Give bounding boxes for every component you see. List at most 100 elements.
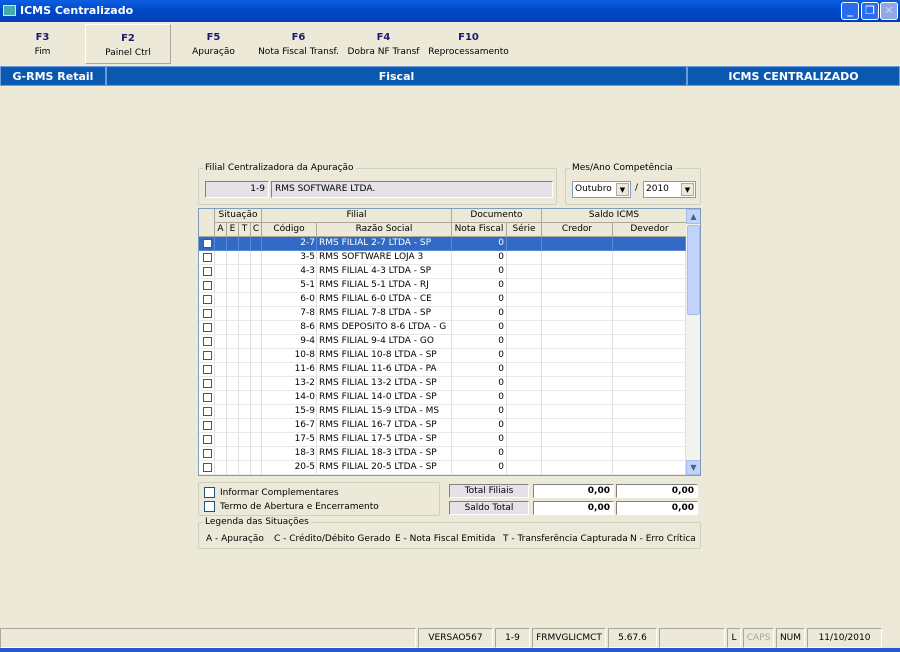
select-cell[interactable]	[199, 321, 215, 335]
row-checkbox[interactable]	[203, 393, 212, 402]
select-cell[interactable]	[199, 447, 215, 461]
codigo-cell: 13-2	[262, 377, 317, 391]
col-c[interactable]: C	[251, 223, 262, 237]
devedor-cell	[613, 377, 686, 391]
col-razao-social[interactable]: Razão Social	[317, 223, 452, 237]
row-checkbox[interactable]	[203, 351, 212, 360]
select-cell[interactable]	[199, 433, 215, 447]
table-row[interactable]: 11-6 RMS FILIAL 11-6 LTDA - PA 0	[199, 363, 686, 377]
table-row[interactable]: 9-4 RMS FILIAL 9-4 LTDA - GO 0	[199, 335, 686, 349]
minimize-button[interactable]: _	[841, 2, 859, 20]
table-row[interactable]: 16-7 RMS FILIAL 16-7 LTDA - SP 0	[199, 419, 686, 433]
table-row[interactable]: 10-8 RMS FILIAL 10-8 LTDA - SP 0	[199, 349, 686, 363]
table-row[interactable]: 18-3 RMS FILIAL 18-3 LTDA - SP 0	[199, 447, 686, 461]
total-filiais-label: Total Filiais	[449, 484, 529, 498]
reprocessamento-button[interactable]: F10 Reprocessamento	[426, 24, 511, 64]
table-row[interactable]: 15-9 RMS FILIAL 15-9 LTDA - MS 0	[199, 405, 686, 419]
scroll-thumb[interactable]	[687, 225, 700, 315]
select-cell[interactable]	[199, 419, 215, 433]
table-row[interactable]: 6-0 RMS FILIAL 6-0 LTDA - CE 0	[199, 293, 686, 307]
select-cell[interactable]	[199, 405, 215, 419]
table-row[interactable]: 7-8 RMS FILIAL 7-8 LTDA - SP 0	[199, 307, 686, 321]
select-cell[interactable]	[199, 349, 215, 363]
row-checkbox[interactable]	[203, 267, 212, 276]
table-row[interactable]: 20-5 RMS FILIAL 20-5 LTDA - SP 0	[199, 461, 686, 475]
screen-name: ICMS CENTRALIZADO	[687, 66, 900, 86]
table-row[interactable]: 4-3 RMS FILIAL 4-3 LTDA - SP 0	[199, 265, 686, 279]
window-title: ICMS Centralizado	[20, 4, 134, 17]
col-a[interactable]: A	[215, 223, 227, 237]
row-checkbox[interactable]	[203, 379, 212, 388]
col-serie[interactable]: Série	[507, 223, 542, 237]
vertical-scrollbar[interactable]: ▲ ▼	[686, 209, 700, 475]
select-cell[interactable]	[199, 293, 215, 307]
close-button[interactable]: ✕	[880, 2, 898, 20]
scroll-down-icon[interactable]: ▼	[686, 460, 700, 475]
restore-button[interactable]: ❐	[861, 2, 879, 20]
termo-abertura-checkbox[interactable]	[204, 501, 215, 512]
select-cell[interactable]	[199, 265, 215, 279]
col-credor[interactable]: Credor	[542, 223, 613, 237]
table-row[interactable]: 14-0 RMS FILIAL 14-0 LTDA - SP 0	[199, 391, 686, 405]
select-cell[interactable]	[199, 237, 215, 251]
row-checkbox[interactable]	[203, 281, 212, 290]
apuracao-button[interactable]: F5 Apuração	[171, 24, 256, 64]
col-e[interactable]: E	[227, 223, 239, 237]
select-cell[interactable]	[199, 335, 215, 349]
select-cell[interactable]	[199, 391, 215, 405]
select-cell[interactable]	[199, 461, 215, 475]
month-select[interactable]: Outubro ▼	[572, 181, 631, 198]
razao-social-cell: RMS FILIAL 7-8 LTDA - SP	[317, 307, 452, 321]
select-cell[interactable]	[199, 307, 215, 321]
devedor-cell	[613, 363, 686, 377]
row-checkbox[interactable]	[203, 449, 212, 458]
row-checkbox[interactable]	[203, 337, 212, 346]
table-row[interactable]: 13-2 RMS FILIAL 13-2 LTDA - SP 0	[199, 377, 686, 391]
row-checkbox[interactable]	[203, 295, 212, 304]
table-row[interactable]: 2-7 RMS FILIAL 2-7 LTDA - SP 0	[199, 237, 686, 251]
dropdown-arrow-icon[interactable]: ▼	[616, 183, 629, 196]
module-header: G-RMS Retail Fiscal ICMS CENTRALIZADO	[0, 66, 900, 86]
legend-item-a: A - Apuração	[206, 534, 264, 544]
col-devedor[interactable]: Devedor	[613, 223, 687, 237]
painel-ctrl-button[interactable]: F2 Painel Ctrl	[85, 24, 171, 64]
col-t[interactable]: T	[239, 223, 251, 237]
table-row[interactable]: 8-6 RMS DEPOSITO 8-6 LTDA - G0	[199, 321, 686, 335]
row-checkbox[interactable]	[203, 421, 212, 430]
select-cell[interactable]	[199, 377, 215, 391]
select-cell[interactable]	[199, 279, 215, 293]
row-checkbox[interactable]	[203, 435, 212, 444]
col-codigo[interactable]: Código	[262, 223, 317, 237]
row-checkbox[interactable]	[203, 407, 212, 416]
situacao-cell	[251, 335, 262, 349]
situacao-cell	[215, 433, 227, 447]
codigo-cell: 17-5	[262, 433, 317, 447]
select-cell[interactable]	[199, 251, 215, 265]
nota-fiscal-cell: 0	[452, 391, 507, 405]
scroll-up-icon[interactable]: ▲	[686, 209, 700, 224]
dobra-nf-transf-button[interactable]: F4 Dobra NF Transf	[341, 24, 426, 64]
nota-fiscal-transf-button[interactable]: F6 Nota Fiscal Transf.	[256, 24, 341, 64]
select-cell[interactable]	[199, 363, 215, 377]
nota-fiscal-cell: 0	[452, 377, 507, 391]
status-form: FRMVGLICMCT	[532, 628, 606, 648]
table-row[interactable]: 17-5 RMS FILIAL 17-5 LTDA - SP 0	[199, 433, 686, 447]
col-nota-fiscal[interactable]: Nota Fiscal	[452, 223, 507, 237]
row-checkbox[interactable]	[203, 365, 212, 374]
row-checkbox[interactable]	[203, 253, 212, 262]
filiais-grid[interactable]: Situação Filial Documento Saldo ICMS A E…	[198, 208, 701, 476]
row-checkbox[interactable]	[203, 323, 212, 332]
informar-complementares-checkbox[interactable]	[204, 487, 215, 498]
total-filiais-devedor: 0,00	[616, 484, 698, 498]
row-checkbox[interactable]	[203, 239, 212, 248]
table-row[interactable]: 5-1 RMS FILIAL 5-1 LTDA - RJ 0	[199, 279, 686, 293]
table-row[interactable]: 3-5 RMS SOFTWARE LOJA 30	[199, 251, 686, 265]
row-checkbox[interactable]	[203, 309, 212, 318]
year-select[interactable]: 2010 ▼	[643, 181, 696, 198]
key-label: F6	[291, 32, 306, 43]
fim-button[interactable]: F3 Fim	[0, 24, 85, 64]
situacao-cell	[239, 321, 251, 335]
row-checkbox[interactable]	[203, 463, 212, 472]
dropdown-arrow-icon[interactable]: ▼	[681, 183, 694, 196]
devedor-cell	[613, 349, 686, 363]
